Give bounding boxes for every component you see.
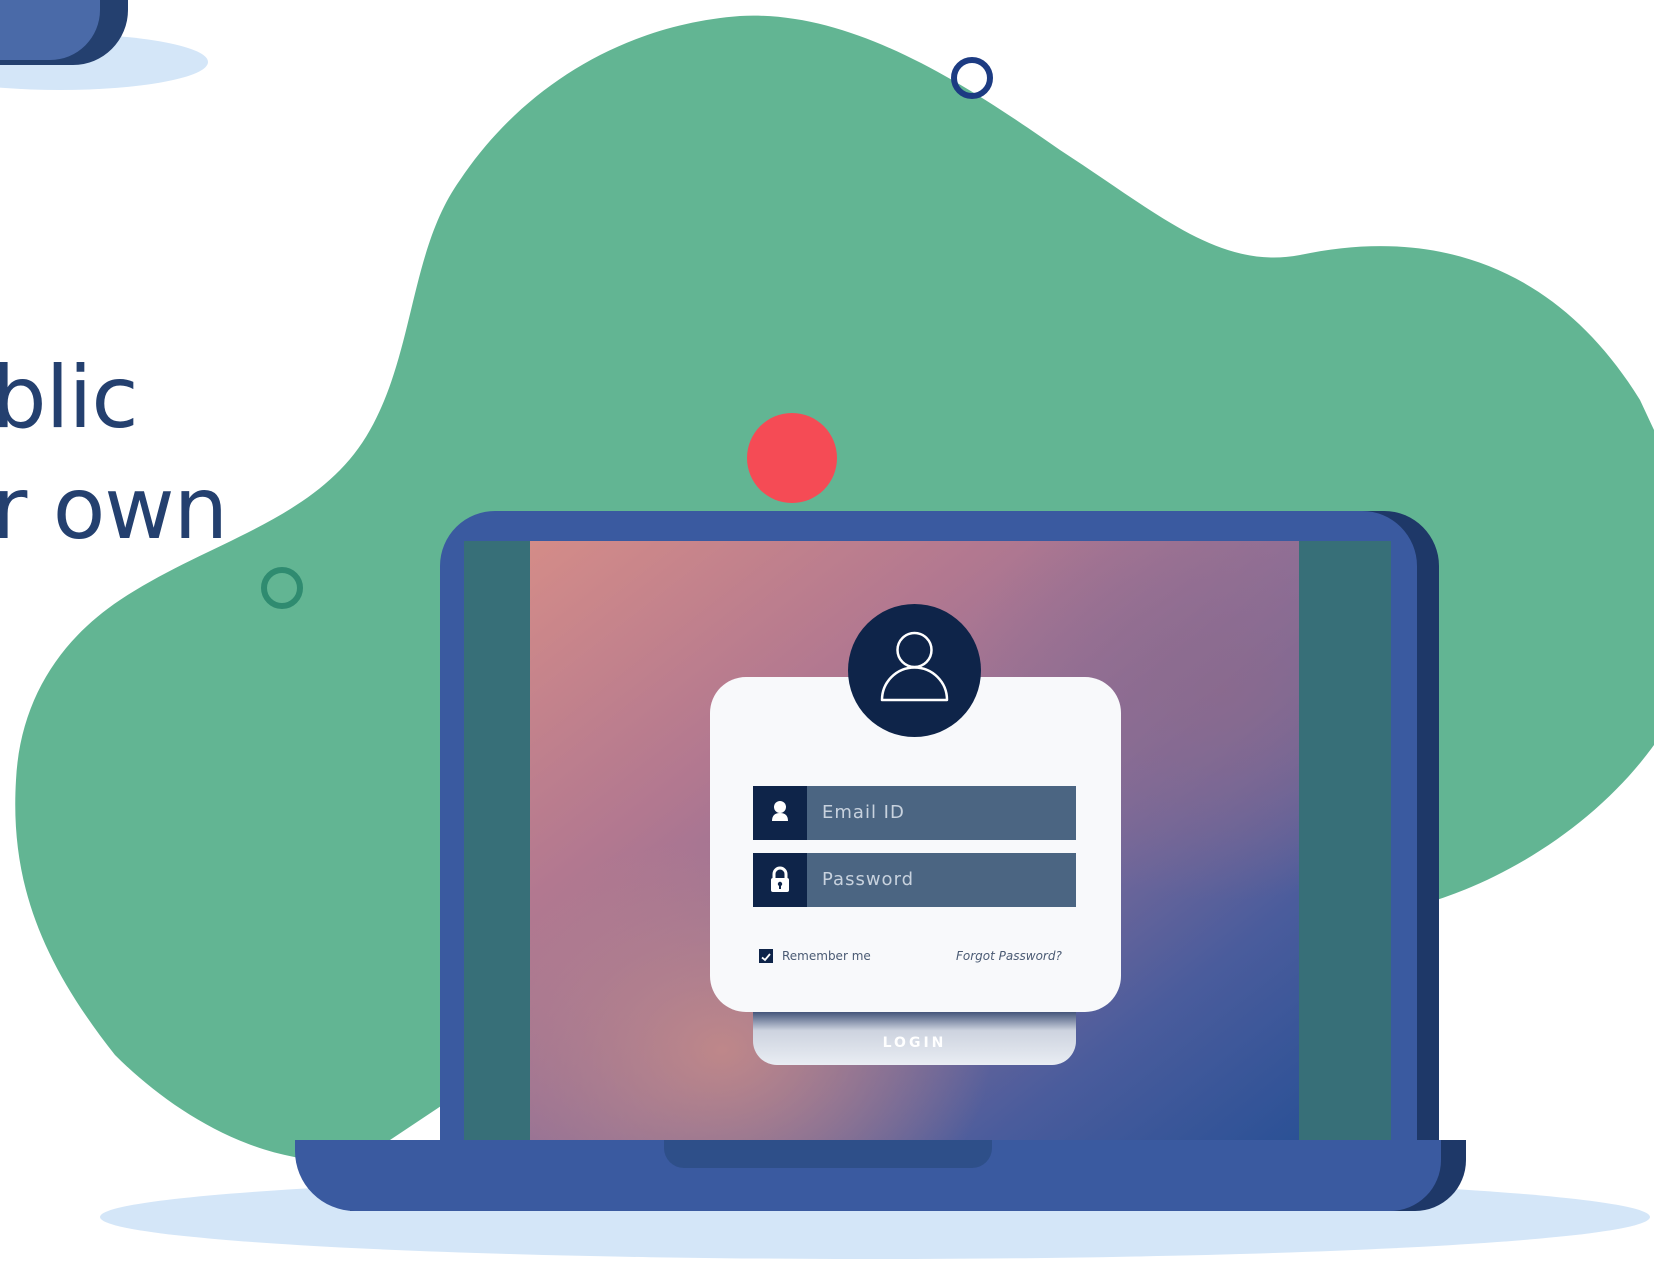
login-button[interactable]: LOGIN: [753, 1012, 1076, 1065]
ring-top: [951, 57, 993, 99]
laptop-notch: [664, 1140, 992, 1168]
password-icon-box: [753, 853, 807, 907]
user-outline-icon: [880, 631, 949, 702]
user-icon: [772, 801, 788, 821]
email-icon-box: [753, 786, 807, 840]
email-field[interactable]: Email ID: [753, 786, 1076, 840]
lock-icon: [771, 866, 789, 892]
headline-line-2: r own: [0, 459, 228, 559]
illustration: blic r own Email ID Password Remember me…: [0, 0, 1654, 1261]
red-dot: [747, 413, 837, 503]
email-placeholder: Email ID: [822, 802, 905, 823]
remember-label: Remember me: [782, 949, 871, 963]
headline-line-1: blic: [0, 348, 139, 448]
password-field[interactable]: Password: [753, 853, 1076, 907]
login-button-label: LOGIN: [882, 1035, 947, 1051]
avatar: [848, 604, 981, 737]
forgot-password-link[interactable]: Forgot Password?: [956, 945, 1062, 967]
remember-checkbox[interactable]: [759, 949, 773, 963]
remember-me[interactable]: Remember me: [759, 945, 871, 967]
password-placeholder: Password: [822, 869, 915, 890]
check-icon: [761, 953, 771, 962]
